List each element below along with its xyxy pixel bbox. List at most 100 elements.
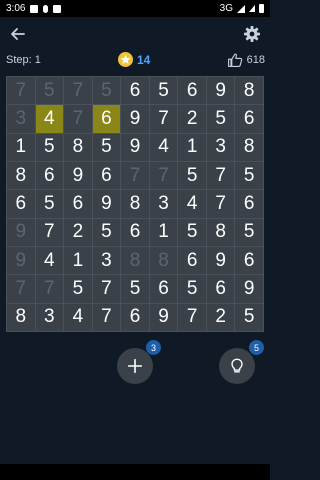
sd-card-icon — [53, 4, 62, 13]
grid-cell[interactable]: 8 — [206, 218, 235, 246]
grid-cell[interactable]: 5 — [178, 162, 206, 190]
grid-cell[interactable]: 5 — [92, 133, 121, 161]
number-grid[interactable]: 7575656983476972561585941388696775756569… — [6, 76, 264, 332]
grid-cell[interactable]: 4 — [64, 303, 92, 331]
grid-cell[interactable]: 9 — [206, 77, 235, 105]
grid-cell[interactable]: 8 — [121, 190, 149, 218]
signal-icon — [237, 4, 245, 13]
grid-cell[interactable]: 4 — [35, 105, 64, 133]
grid-cell[interactable]: 8 — [7, 303, 35, 331]
grid-cell[interactable]: 2 — [64, 218, 92, 246]
grid-cell[interactable]: 6 — [178, 77, 206, 105]
grid-cell[interactable]: 5 — [178, 275, 206, 303]
status-time: 3:06 — [6, 3, 26, 14]
grid-cell[interactable]: 7 — [178, 303, 206, 331]
grid-cell[interactable]: 7 — [92, 275, 121, 303]
grid-cell[interactable]: 6 — [178, 247, 206, 275]
grid-cell[interactable]: 7 — [7, 275, 35, 303]
grid-cell[interactable]: 8 — [121, 247, 149, 275]
grid-cell[interactable]: 4 — [149, 133, 178, 161]
grid-cell[interactable]: 5 — [92, 77, 121, 105]
grid-cell[interactable]: 9 — [64, 162, 92, 190]
grid-cell[interactable]: 7 — [7, 77, 35, 105]
grid-cell[interactable]: 6 — [121, 303, 149, 331]
grid-cell[interactable]: 7 — [206, 190, 235, 218]
step-label: Step: — [6, 54, 32, 66]
grid-cell[interactable]: 9 — [121, 133, 149, 161]
grid-cell[interactable]: 7 — [149, 105, 178, 133]
grid-cell[interactable]: 8 — [7, 162, 35, 190]
grid-cell[interactable]: 1 — [178, 133, 206, 161]
likes-counter[interactable]: 618 — [227, 52, 265, 68]
grid-cell[interactable]: 6 — [235, 105, 263, 133]
grid-cell[interactable]: 8 — [149, 247, 178, 275]
system-nav-bar — [0, 464, 270, 480]
grid-cell[interactable]: 5 — [235, 218, 263, 246]
battery-icon — [259, 4, 264, 13]
grid-cell[interactable]: 3 — [206, 133, 235, 161]
grid-cell[interactable]: 6 — [235, 190, 263, 218]
grid-cell[interactable]: 7 — [64, 105, 92, 133]
grid-cell[interactable]: 7 — [149, 162, 178, 190]
grid-cell[interactable]: 5 — [121, 275, 149, 303]
hint-button[interactable] — [219, 348, 255, 384]
grid-cell[interactable]: 3 — [7, 105, 35, 133]
grid-cell[interactable]: 5 — [35, 77, 64, 105]
grid-cell[interactable]: 5 — [235, 162, 263, 190]
grid-cell[interactable]: 6 — [235, 247, 263, 275]
star-coin-icon — [118, 52, 133, 67]
grid-cell[interactable]: 3 — [35, 303, 64, 331]
grid-cell[interactable]: 4 — [178, 190, 206, 218]
grid-cell[interactable]: 7 — [206, 162, 235, 190]
grid-cell[interactable]: 1 — [7, 133, 35, 161]
grid-cell[interactable]: 6 — [64, 190, 92, 218]
step-counter: Step: 1 — [6, 54, 41, 66]
grid-cell[interactable]: 5 — [206, 105, 235, 133]
grid-cell[interactable]: 9 — [92, 190, 121, 218]
grid-cell[interactable]: 3 — [149, 190, 178, 218]
grid-cell[interactable]: 6 — [206, 275, 235, 303]
grid-cell[interactable]: 9 — [7, 247, 35, 275]
add-numbers-button[interactable] — [117, 348, 153, 384]
grid-cell[interactable]: 7 — [64, 77, 92, 105]
grid-cell[interactable]: 8 — [64, 133, 92, 161]
grid-cell[interactable]: 9 — [7, 218, 35, 246]
grid-cell[interactable]: 9 — [149, 303, 178, 331]
grid-cell[interactable]: 5 — [35, 133, 64, 161]
grid-cell[interactable]: 6 — [149, 275, 178, 303]
grid-cell[interactable]: 5 — [149, 77, 178, 105]
grid-cell[interactable]: 1 — [64, 247, 92, 275]
grid-cell[interactable]: 8 — [235, 133, 263, 161]
grid-cell[interactable]: 6 — [7, 190, 35, 218]
grid-cell[interactable]: 3 — [92, 247, 121, 275]
grid-cell[interactable]: 5 — [64, 275, 92, 303]
grid-cell[interactable]: 1 — [149, 218, 178, 246]
grid-cell[interactable]: 7 — [35, 275, 64, 303]
settings-button[interactable] — [242, 24, 262, 44]
grid-cell[interactable]: 4 — [35, 247, 64, 275]
grid-cell[interactable]: 6 — [92, 105, 121, 133]
mic-icon — [43, 4, 49, 13]
grid-cell[interactable]: 7 — [121, 162, 149, 190]
app-bar — [0, 17, 270, 51]
grid-cell[interactable]: 6 — [121, 77, 149, 105]
grid-cell[interactable]: 7 — [92, 303, 121, 331]
grid-cell[interactable]: 2 — [206, 303, 235, 331]
back-button[interactable] — [8, 24, 28, 44]
grid-cell[interactable]: 2 — [178, 105, 206, 133]
wifi-icon — [249, 5, 255, 12]
grid-cell[interactable]: 6 — [121, 218, 149, 246]
grid-cell[interactable]: 9 — [235, 275, 263, 303]
grid-cell[interactable]: 5 — [35, 190, 64, 218]
grid-cell[interactable]: 5 — [92, 218, 121, 246]
notification-icon — [30, 4, 39, 13]
grid-cell[interactable]: 5 — [235, 303, 263, 331]
grid-cell[interactable]: 9 — [206, 247, 235, 275]
lightbulb-icon — [231, 358, 243, 373]
grid-cell[interactable]: 6 — [35, 162, 64, 190]
grid-cell[interactable]: 5 — [178, 218, 206, 246]
grid-cell[interactable]: 9 — [121, 105, 149, 133]
grid-cell[interactable]: 6 — [92, 162, 121, 190]
grid-cell[interactable]: 7 — [35, 218, 64, 246]
grid-cell[interactable]: 8 — [235, 77, 263, 105]
